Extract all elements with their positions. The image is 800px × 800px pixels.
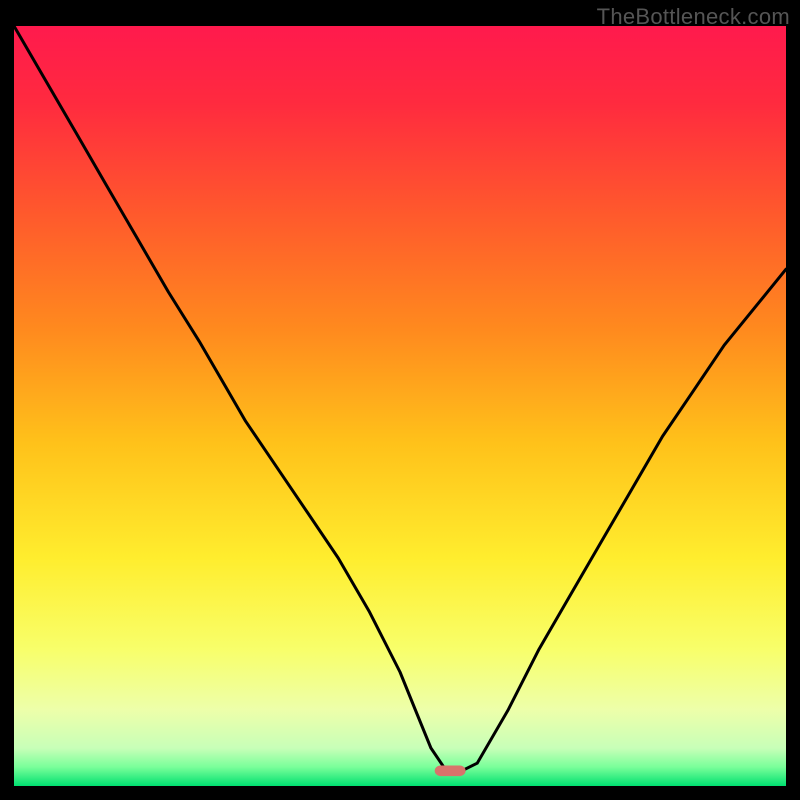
watermark-text: TheBottleneck.com (597, 4, 790, 30)
chart-container: TheBottleneck.com (0, 0, 800, 800)
optimal-marker (435, 766, 466, 777)
bottleneck-chart (0, 0, 800, 800)
